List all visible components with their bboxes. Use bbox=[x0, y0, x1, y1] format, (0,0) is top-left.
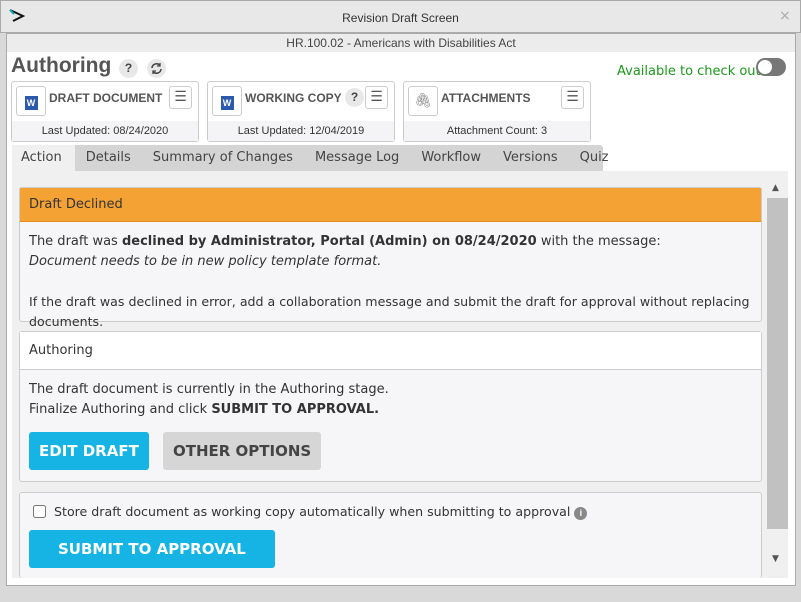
help-icon[interactable]: ? bbox=[345, 88, 364, 107]
decline-message: Document needs to be in new policy templ… bbox=[29, 254, 382, 269]
refresh-icon[interactable] bbox=[147, 59, 166, 78]
menu-icon[interactable]: ☰ bbox=[561, 86, 584, 109]
draft-declined-panel: Draft Declined The draft was declined by… bbox=[19, 187, 762, 329]
help-icon[interactable]: ? bbox=[119, 59, 138, 78]
authoring-text-bold: SUBMIT TO APPROVAL. bbox=[211, 402, 380, 417]
authoring-panel: Authoring The draft document is currentl… bbox=[19, 331, 762, 482]
page-title: Authoring bbox=[11, 54, 112, 77]
menu-icon[interactable]: ☰ bbox=[169, 86, 192, 109]
tab-details[interactable]: Details bbox=[75, 145, 142, 171]
authoring-text: The draft document is currently in the A… bbox=[29, 382, 389, 397]
card-label: WORKING COPY bbox=[245, 91, 342, 105]
tab-quiz[interactable]: Quiz bbox=[569, 145, 620, 171]
attachments-card: 🖇 ATTACHMENTS ☰ Attachment Count: 3 bbox=[403, 81, 591, 142]
submit-panel: Store draft document as working copy aut… bbox=[19, 492, 762, 578]
availability-status: Available to check out bbox=[617, 64, 761, 79]
declined-text: with the message: bbox=[536, 234, 661, 249]
menu-icon[interactable]: ☰ bbox=[365, 86, 388, 109]
declined-text: The draft was bbox=[29, 234, 122, 249]
card-footer: Last Updated: 08/24/2020 bbox=[12, 121, 198, 141]
paperclip-icon[interactable]: 🖇 bbox=[408, 86, 438, 116]
scroll-down-icon[interactable]: ▼ bbox=[772, 554, 779, 564]
scroll-up-icon[interactable]: ▲ bbox=[772, 183, 779, 193]
checkout-toggle[interactable] bbox=[756, 58, 786, 76]
card-label: DRAFT DOCUMENT bbox=[49, 91, 163, 105]
checkbox-label: Store draft document as working copy aut… bbox=[54, 504, 571, 519]
decline-note: If the draft was declined in error, add … bbox=[29, 294, 750, 329]
submit-to-approval-button[interactable]: SUBMIT TO APPROVAL bbox=[29, 530, 275, 568]
panel-header: Authoring bbox=[20, 332, 761, 370]
tab-action[interactable]: Action bbox=[12, 145, 75, 171]
scrollbar-thumb[interactable] bbox=[767, 198, 788, 529]
card-footer: Last Updated: 12/04/2019 bbox=[208, 121, 394, 141]
other-options-button[interactable]: OTHER OPTIONS bbox=[162, 432, 322, 470]
authoring-text: Finalize Authoring and click bbox=[29, 402, 212, 417]
draft-document-card: W DRAFT DOCUMENT ☰ Last Updated: 08/24/2… bbox=[11, 81, 199, 142]
card-label: ATTACHMENTS bbox=[441, 91, 531, 105]
card-footer: Attachment Count: 3 bbox=[404, 121, 590, 141]
edit-draft-button[interactable]: EDIT DRAFT bbox=[29, 432, 149, 470]
tab-message-log[interactable]: Message Log bbox=[304, 145, 410, 171]
info-icon[interactable]: i bbox=[574, 507, 588, 520]
word-icon[interactable]: W bbox=[212, 86, 242, 116]
document-subtitle: HR.100.02 - Americans with Disabilities … bbox=[7, 34, 795, 52]
tab-workflow[interactable]: Workflow bbox=[410, 145, 492, 171]
close-icon[interactable]: × bbox=[779, 8, 791, 24]
working-copy-card: W WORKING COPY ? ☰ Last Updated: 12/04/2… bbox=[207, 81, 395, 142]
tab-bar: Action Details Summary of Changes Messag… bbox=[12, 145, 609, 171]
declined-by: declined by Administrator, Portal (Admin… bbox=[121, 234, 537, 249]
panel-header: Draft Declined bbox=[20, 188, 761, 222]
window-title: Revision Draft Screen bbox=[342, 11, 459, 25]
tab-summary-of-changes[interactable]: Summary of Changes bbox=[142, 145, 304, 171]
word-icon[interactable]: W bbox=[16, 86, 46, 116]
tab-versions[interactable]: Versions bbox=[492, 145, 569, 171]
store-working-copy-checkbox[interactable] bbox=[33, 505, 46, 518]
